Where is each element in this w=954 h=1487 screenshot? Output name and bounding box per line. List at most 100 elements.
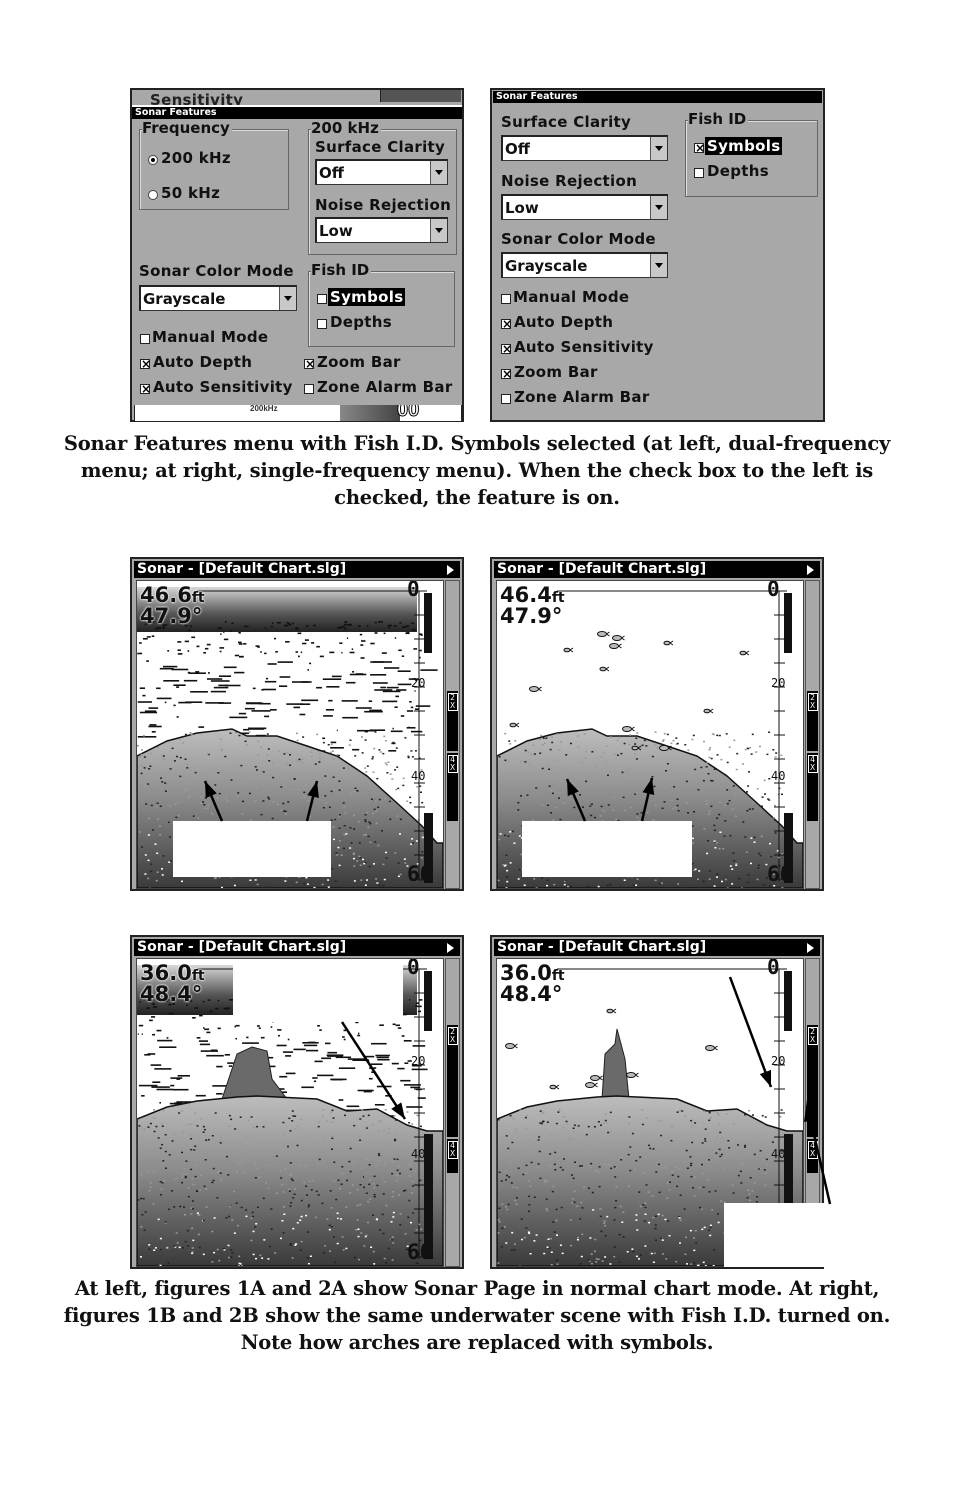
zoom-bar-segment-4x: 4X [447,1139,458,1173]
noise-rejection-dropdown[interactable]: Low [501,194,668,220]
freq-settings-group: 200 kHz Surface Clarity Off Noise Reject… [308,120,457,255]
zoom-bar[interactable]: 2X 4X [805,580,820,889]
auto-sensitivity-label[interactable]: Auto Sensitivity [514,338,654,356]
menu-arrow-icon[interactable] [447,943,454,953]
radio-200khz-label[interactable]: 200 kHz [161,149,231,167]
surface-clarity-dropdown[interactable]: Off [315,159,448,185]
auto-depth-checkbox[interactable] [140,359,150,369]
dropdown-arrow-icon[interactable] [650,254,667,277]
auto-depth-label[interactable]: Auto Depth [514,313,613,331]
radio-200khz[interactable] [148,155,158,165]
noise-rejection-value: Low [319,222,353,240]
zoom-bar-checkbox[interactable] [501,369,511,379]
zone-alarm-bar-checkbox[interactable] [501,394,511,404]
surface-clarity-label: Surface Clarity [315,138,446,156]
caption-menus: Sonar Features menu with Fish I.D. Symbo… [63,432,891,509]
dropdown-arrow-icon[interactable] [650,137,667,160]
arrow-icon [728,976,773,1088]
sonar-title: Sonar - [Default Chart.slg] [497,939,707,955]
callout-arrows [203,780,319,822]
sonar-chart: 36.0ft 48.4° 0 20 40 60 [136,958,444,1267]
symbols-label[interactable]: Symbols [705,137,783,155]
zone-alarm-bar-label[interactable]: Zone Alarm Bar [514,388,650,406]
zoom-bar-checkbox[interactable] [304,359,314,369]
arrowhead-icon [759,1069,772,1087]
zoom-bar[interactable]: 2X 4X [445,580,460,889]
caption-sonar: At left, figures 1A and 2A show Sonar Pa… [63,1277,891,1354]
sonar-screen-1a: Sonar - [Default Chart.slg] 46.6ft 47.9° 0 2… [130,557,464,891]
manual-mode-checkbox[interactable] [501,294,511,304]
sonar-color-mode-value: Grayscale [505,257,588,275]
callout-arrows [565,777,655,822]
manual-mode-checkbox[interactable] [140,334,150,344]
fish-id-group: Fish ID Symbols Depths [308,262,455,347]
zoom-bar-segment-2x: 2X [807,691,818,751]
zoom-bar[interactable]: 2X 4X [445,958,460,1267]
sonar-color-mode-dropdown[interactable]: Grayscale [139,285,297,311]
dropdown-arrow-icon[interactable] [279,287,296,310]
auto-sensitivity-checkbox[interactable] [501,344,511,354]
noise-rejection-value: Low [505,199,539,217]
menu-arrow-icon[interactable] [807,565,814,575]
depths-checkbox[interactable] [694,168,704,178]
zone-alarm-bar-checkbox[interactable] [304,384,314,394]
manual-mode-label[interactable]: Manual Mode [513,288,629,306]
sonar-color-mode-label: Sonar Color Mode [139,262,294,280]
dropdown-arrow-icon[interactable] [430,161,447,184]
surface-clarity-value: Off [319,164,344,182]
menu-arrow-icon[interactable] [447,565,454,575]
callout-arrows [804,1100,832,1205]
sonar-screen-2b: Sonar - [Default Chart.slg] 36.0ft 48.4° 0 2… [490,935,834,1269]
surface-clarity-dropdown[interactable]: Off [501,135,668,161]
symbols-label[interactable]: Symbols [328,288,406,306]
zone-alarm-bar-label[interactable]: Zone Alarm Bar [317,378,453,396]
sonar-chart: 46.6ft 47.9° 0 20 40 60 [136,580,444,889]
depths-checkbox[interactable] [317,319,327,329]
arrowhead-icon [804,1100,817,1122]
sonar-title-bar: Sonar - [Default Chart.slg] [494,561,820,578]
frequency-group-title: Frequency [142,119,232,137]
surface-clarity-value: Off [505,140,530,158]
arrowhead-icon [205,781,217,799]
auto-depth-checkbox[interactable] [501,319,511,329]
arrow-icon [340,1021,407,1120]
auto-sensitivity-label[interactable]: Auto Sensitivity [153,378,293,396]
sonar-title-bar: Sonar - [Default Chart.slg] [494,939,820,956]
zoom-bar-segment-4x: 4X [447,753,458,821]
sonar-title: Sonar - [Default Chart.slg] [137,939,347,955]
dropdown-arrow-icon[interactable] [430,219,447,242]
callout-box [724,1203,834,1267]
fish-id-group: Fish ID Symbols Depths [685,111,818,197]
single-frequency-menu: Sonar Features Surface Clarity Off Noise… [490,88,825,422]
sonar-color-mode-dropdown[interactable]: Grayscale [501,252,668,278]
sonar-screen-2a: Sonar - [Default Chart.slg] 36.0ft 48.4° 0 2… [130,935,464,1269]
symbols-checkbox[interactable] [694,143,704,153]
zoom-bar-segment-2x: 2X [447,1025,458,1137]
zoom-level-label: 2X [447,1027,458,1045]
arrow-icon [808,1116,832,1205]
fish-id-group-title: Fish ID [311,261,372,279]
radio-50khz[interactable] [148,190,158,200]
manual-mode-label[interactable]: Manual Mode [152,328,268,346]
depths-label[interactable]: Depths [330,313,392,331]
noise-rejection-label: Noise Rejection [315,196,452,214]
depths-label[interactable]: Depths [707,162,769,180]
surface-clarity-label: Surface Clarity [501,113,632,131]
symbols-label-text: Symbols [705,137,783,155]
noise-rejection-label: Noise Rejection [501,172,638,190]
dropdown-arrow-icon[interactable] [650,196,667,219]
radio-50khz-label[interactable]: 50 kHz [161,184,220,202]
noise-rejection-dropdown[interactable]: Low [315,217,448,243]
symbols-checkbox[interactable] [317,294,327,304]
behind-bar [380,90,461,102]
auto-sensitivity-checkbox[interactable] [140,384,150,394]
sonar-title-bar: Sonar - [Default Chart.slg] [134,561,460,578]
freq-settings-group-title: 200 kHz [311,119,381,137]
auto-depth-label[interactable]: Auto Depth [153,353,252,371]
behind-bottom-label: 200kHz [250,404,278,413]
sonar-color-mode-value: Grayscale [143,290,226,308]
menu-arrow-icon[interactable] [807,943,814,953]
zoom-bar-label[interactable]: Zoom Bar [317,353,401,371]
arrowhead-icon [307,781,319,798]
zoom-bar-label[interactable]: Zoom Bar [514,363,598,381]
